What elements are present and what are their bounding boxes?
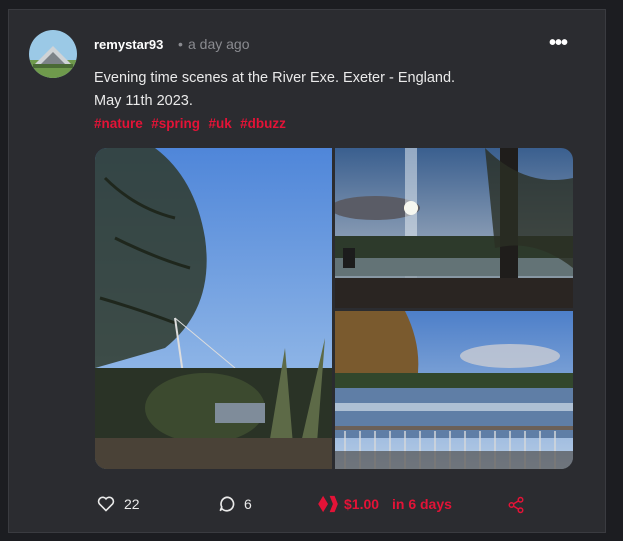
separator-dot: • — [178, 36, 183, 52]
like-count: 22 — [124, 496, 140, 512]
hive-icon[interactable] — [317, 495, 339, 516]
post-card: remystar93 • a day ago ••• Evening time … — [8, 9, 606, 533]
gallery-image-sun[interactable] — [330, 148, 573, 308]
post-time: a day ago — [188, 36, 250, 52]
gallery-image-river[interactable] — [335, 311, 573, 469]
heart-icon[interactable] — [97, 496, 115, 515]
tag-uk[interactable]: #uk — [208, 116, 231, 131]
tag-spring[interactable]: #spring — [151, 116, 200, 131]
username[interactable]: remystar93 — [94, 37, 163, 52]
avatar[interactable] — [29, 30, 77, 78]
post-body: Evening time scenes at the River Exe. Ex… — [94, 67, 574, 113]
tag-dbuzz[interactable]: #dbuzz — [240, 116, 286, 131]
tag-list: #nature #spring #uk #dbuzz — [94, 115, 290, 133]
post-body-line: Evening time scenes at the River Exe. Ex… — [94, 70, 456, 86]
share-icon[interactable] — [507, 496, 525, 517]
payout-time: in 6 days — [392, 496, 452, 512]
post-body-line: May 11th 2023. — [94, 93, 193, 109]
comment-icon[interactable] — [218, 495, 236, 516]
payout-amount: $1.00 — [344, 496, 380, 512]
comment-count: 6 — [244, 496, 252, 512]
gallery-image-tree[interactable] — [95, 148, 332, 469]
image-gallery — [95, 148, 573, 469]
tag-nature[interactable]: #nature — [94, 116, 143, 131]
more-options-icon[interactable]: ••• — [549, 32, 568, 55]
